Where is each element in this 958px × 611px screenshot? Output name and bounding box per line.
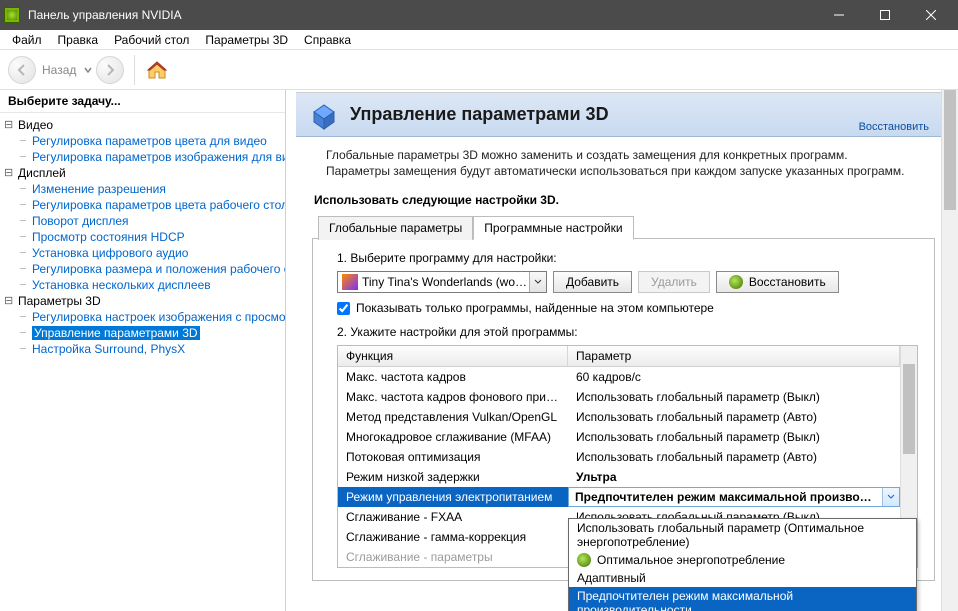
cell-function: Макс. частота кадров фонового приложения — [338, 387, 568, 407]
menu-help[interactable]: Справка — [296, 31, 359, 49]
back-label: Назад — [42, 63, 76, 77]
maximize-button[interactable] — [862, 0, 908, 30]
tree-item[interactable]: Регулировка параметров цвета рабочего ст… — [4, 197, 285, 213]
task-panel: Выберите задачу... ВидеоРегулировка пара… — [0, 90, 286, 611]
table-header: Функция Параметр — [338, 346, 917, 367]
cell-function: Сглаживание - параметры — [338, 547, 568, 567]
minimize-button[interactable] — [816, 0, 862, 30]
table-row[interactable]: Метод представления Vulkan/OpenGLИспольз… — [338, 407, 917, 427]
add-button[interactable]: Добавить — [553, 271, 632, 293]
cell-function: Многокадровое сглаживание (MFAA) — [338, 427, 568, 447]
page-description: Глобальные параметры 3D можно заменить и… — [296, 137, 941, 191]
dropdown-option-label: Использовать глобальный параметр (Оптима… — [577, 521, 908, 549]
cell-function: Сглаживание - FXAA — [338, 507, 568, 527]
table-row[interactable]: Режим низкой задержкиУльтра — [338, 467, 917, 487]
cell-parameter[interactable]: Предпочтителен режим максимальной произв… — [568, 487, 900, 507]
menu-file[interactable]: Файл — [4, 31, 50, 49]
cell-function: Метод представления Vulkan/OpenGL — [338, 407, 568, 427]
tree-item[interactable]: Регулировка параметров цвета для видео — [4, 133, 285, 149]
dropdown-option[interactable]: Использовать глобальный параметр (Оптима… — [569, 519, 916, 551]
col-header-parameter[interactable]: Параметр — [568, 346, 900, 366]
close-button[interactable] — [908, 0, 954, 30]
table-row[interactable]: Потоковая оптимизацияИспользовать глобал… — [338, 447, 917, 467]
cube-icon — [308, 99, 340, 131]
tree-item[interactable]: Настройка Surround, PhysX — [4, 341, 285, 357]
tree-item[interactable]: Управление параметрами 3D — [4, 325, 285, 341]
tree-item[interactable]: Просмотр состояния HDCP — [4, 229, 285, 245]
remove-button[interactable]: Удалить — [638, 271, 710, 293]
tabs: Глобальные параметры Программные настрой… — [296, 215, 941, 239]
tree-item[interactable]: Изменение разрешения — [4, 181, 285, 197]
nvidia-icon — [4, 7, 20, 23]
cell-parameter: 60 кадров/с — [568, 367, 900, 387]
restore-defaults-link[interactable]: Восстановить — [859, 121, 929, 133]
cell-parameter: Ультра — [568, 467, 900, 487]
dropdown-option[interactable]: Оптимальное энергопотребление — [569, 551, 916, 569]
chevron-down-icon — [529, 272, 546, 292]
show-only-found-label: Показывать только программы, найденные н… — [356, 301, 714, 315]
dropdown-option[interactable]: Предпочтителен режим максимальной произв… — [569, 587, 916, 611]
chevron-down-icon[interactable] — [84, 66, 92, 74]
settings-table: Функция Параметр Макс. частота кадров60 … — [337, 345, 918, 568]
tab-panel-program: 1. Выберите программу для настройки: Tin… — [312, 239, 935, 581]
step1-label: 1. Выберите программу для настройки: — [337, 251, 918, 265]
section-label: Использовать следующие настройки 3D. — [296, 191, 941, 215]
task-tree: ВидеоРегулировка параметров цвета для ви… — [0, 113, 285, 361]
dropdown-option[interactable]: Адаптивный — [569, 569, 916, 587]
forward-button[interactable] — [96, 56, 124, 84]
tree-item[interactable]: Регулировка размера и положения рабочего… — [4, 261, 285, 277]
page-header: Управление параметрами 3D Восстановить — [296, 93, 941, 137]
tree-category[interactable]: Параметры 3D — [4, 293, 285, 309]
chevron-down-icon — [882, 488, 899, 506]
tab-program[interactable]: Программные настройки — [473, 216, 633, 240]
table-row[interactable]: Макс. частота кадров фонового приложения… — [338, 387, 917, 407]
program-select[interactable]: Tiny Tina's Wonderlands (wonderlands.exe… — [337, 271, 547, 293]
restore-button[interactable]: Восстановить — [716, 271, 839, 293]
tree-category[interactable]: Видео — [4, 117, 285, 133]
cell-function: Режим низкой задержки — [338, 467, 568, 487]
cell-function: Режим управления электропитанием — [338, 487, 568, 507]
nvidia-logo-icon — [577, 553, 591, 567]
toolbar: Назад — [0, 50, 958, 90]
window-title: Панель управления NVIDIA — [28, 8, 816, 22]
menu-desktop[interactable]: Рабочий стол — [106, 31, 197, 49]
menubar: Файл Правка Рабочий стол Параметры 3D Сп… — [0, 30, 958, 50]
tab-global[interactable]: Глобальные параметры — [318, 216, 473, 240]
table-row[interactable]: Макс. частота кадров60 кадров/с — [338, 367, 917, 387]
cell-parameter: Использовать глобальный параметр (Выкл) — [568, 427, 900, 447]
tree-item[interactable]: Установка цифрового аудио — [4, 245, 285, 261]
dropdown-option-label: Оптимальное энергопотребление — [597, 553, 785, 567]
back-button[interactable] — [8, 56, 36, 84]
cell-function: Потоковая оптимизация — [338, 447, 568, 467]
tree-item[interactable]: Поворот дисплея — [4, 213, 285, 229]
home-button[interactable] — [145, 58, 169, 82]
menu-edit[interactable]: Правка — [50, 31, 107, 49]
col-header-function[interactable]: Функция — [338, 346, 568, 366]
tree-item[interactable]: Регулировка настроек изображения с просм… — [4, 309, 285, 325]
panel-scrollbar[interactable] — [941, 90, 958, 611]
power-mode-dropdown[interactable]: Использовать глобальный параметр (Оптима… — [568, 518, 917, 611]
cell-function: Сглаживание - гамма-коррекция — [338, 527, 568, 547]
dropdown-option-label: Адаптивный — [577, 571, 646, 585]
titlebar: Панель управления NVIDIA — [0, 0, 958, 30]
program-icon — [342, 274, 358, 290]
cell-parameter: Использовать глобальный параметр (Авто) — [568, 447, 900, 467]
tree-item[interactable]: Регулировка параметров изображения для в… — [4, 149, 285, 165]
cell-parameter: Использовать глобальный параметр (Выкл) — [568, 387, 900, 407]
menu-3d-params[interactable]: Параметры 3D — [197, 31, 296, 49]
nvidia-logo-icon — [729, 275, 743, 289]
program-select-text: Tiny Tina's Wonderlands (wonderlands.exe… — [362, 275, 529, 289]
table-row[interactable]: Режим управления электропитаниемПредпочт… — [338, 487, 917, 507]
page-title: Управление параметрами 3D — [350, 104, 609, 125]
task-panel-header: Выберите задачу... — [0, 90, 285, 113]
cell-parameter: Использовать глобальный параметр (Авто) — [568, 407, 900, 427]
step2-label: 2. Укажите настройки для этой программы: — [337, 325, 918, 339]
show-only-found-checkbox[interactable] — [337, 302, 350, 315]
tree-item[interactable]: Установка нескольких дисплеев — [4, 277, 285, 293]
tree-category[interactable]: Дисплей — [4, 165, 285, 181]
table-row[interactable]: Многокадровое сглаживание (MFAA)Использо… — [338, 427, 917, 447]
dropdown-option-label: Предпочтителен режим максимальной произв… — [577, 589, 908, 611]
content-panel: Управление параметрами 3D Восстановить Г… — [286, 90, 958, 611]
cell-function: Макс. частота кадров — [338, 367, 568, 387]
